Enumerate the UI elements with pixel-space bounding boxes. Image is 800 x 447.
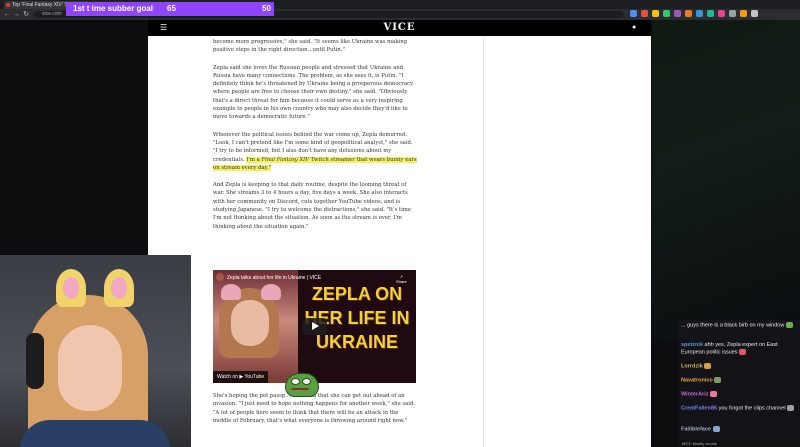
extension-icon[interactable]: [740, 10, 747, 17]
twitch-chat: ... guys there is a black birb on my win…: [678, 320, 800, 447]
article-paragraph: Zepla said she loves the Russian people …: [213, 64, 414, 121]
thumbnail-face: [231, 300, 269, 346]
chat-username[interactable]: spetznik: [681, 342, 705, 348]
user-icon[interactable]: ●: [632, 24, 640, 32]
pepe-eye: [302, 378, 311, 385]
pepe-eye: [291, 378, 300, 385]
highlight-text: I'm a: [246, 156, 262, 163]
bunny-ear-icon: [56, 269, 86, 307]
pepe-emote-icon: [283, 371, 319, 399]
vice-logo[interactable]: VICE: [148, 22, 651, 34]
pepe-mouth: [291, 388, 309, 390]
chat-message: Fallibleface: [681, 426, 799, 433]
chat-text: ... guys there is a black birb on my win…: [681, 322, 786, 329]
channel-avatar[interactable]: [216, 273, 224, 281]
chat-footer: MOT: Mostly clouds: [678, 440, 800, 447]
extension-icon[interactable]: [652, 10, 659, 17]
watch-on-youtube-button[interactable]: Watch on ▶ YouTube: [213, 371, 269, 383]
chat-message: CreatFallen86 you forgot the clips chann…: [681, 405, 799, 412]
vice-favicon-icon: [6, 3, 10, 7]
extension-icon[interactable]: [718, 10, 725, 17]
sub-goal-widget: 1st t ime subber goal 65 50: [66, 2, 274, 16]
extension-icon[interactable]: [696, 10, 703, 17]
background-art: [652, 20, 800, 340]
chat-username[interactable]: CreatFallen86: [681, 405, 719, 411]
sub-goal-target: 50: [262, 4, 271, 13]
article-body: become more progressive," she said. "It …: [213, 38, 418, 240]
streamer-face: [58, 325, 122, 411]
thumbnail-bunny-ear: [221, 284, 241, 300]
chat-text: you forgot the clips channel: [718, 405, 788, 412]
chat-message: ... guys there is a black birb on my win…: [681, 322, 799, 329]
sub-goal-current: 65: [167, 4, 176, 13]
streamer-shirt: [20, 420, 170, 447]
sub-goal-title: 1st t ime subber goal: [73, 4, 154, 13]
site-header: ☰ VICE ●: [148, 20, 651, 36]
extension-icon[interactable]: [707, 10, 714, 17]
chat-username[interactable]: Lorrdzik: [681, 363, 704, 369]
thumbnail-bunny-ear: [261, 284, 281, 300]
column-divider: [483, 36, 484, 447]
extension-icon[interactable]: [729, 10, 736, 17]
extension-icon[interactable]: [641, 10, 648, 17]
play-icon[interactable]: [303, 318, 327, 335]
chat-username[interactable]: Fallibleface: [681, 426, 713, 432]
reload-icon[interactable]: ↻: [22, 9, 30, 20]
webcam-overlay: [0, 255, 191, 447]
chat-username[interactable]: WinterAriz: [681, 391, 710, 397]
extension-icon[interactable]: [663, 10, 670, 17]
back-icon[interactable]: ←: [3, 9, 11, 20]
extension-icon[interactable]: [674, 10, 681, 17]
chat-emote-icon: [714, 377, 722, 383]
article-paragraph: become more progressive," she said. "It …: [213, 39, 408, 54]
extension-icon[interactable]: [685, 10, 692, 17]
headset-icon: [26, 333, 44, 389]
vice-article-page: ☰ VICE ● become more progressive," she s…: [148, 20, 651, 447]
article-paragraph: And Zepla is keeping to that daily routi…: [213, 182, 411, 230]
article-paragraph: Whenever the political issues behind the…: [213, 131, 418, 172]
video-title[interactable]: Zepla talks about her life in Ukraine | …: [227, 275, 321, 281]
pepe-head: [285, 373, 319, 397]
extension-icon[interactable]: [751, 10, 758, 17]
chat-emote-icon: [739, 349, 747, 355]
forward-icon[interactable]: →: [12, 9, 20, 20]
highlight-game-title: Final Fantasy XIV: [261, 156, 310, 163]
chat-emote-icon: [709, 391, 717, 397]
extension-icon[interactable]: [630, 10, 637, 17]
address-url: vice.com: [42, 11, 62, 17]
chat-username[interactable]: Navatronico: [681, 377, 714, 383]
youtube-embed[interactable]: Zepla talks about her life in Ukraine | …: [213, 270, 416, 383]
chat-emote-icon: [712, 426, 720, 432]
chat-message: Lorrdzik: [681, 363, 799, 370]
chat-emote-icon: [704, 363, 712, 369]
extension-icons: [630, 10, 758, 19]
chat-emote-icon: [787, 405, 795, 411]
chat-message: spetznik ahh yes, Zepla expert on East E…: [681, 342, 799, 356]
chat-emote-icon: [785, 322, 793, 328]
chat-message: WinterAriz: [681, 391, 799, 398]
bunny-ear-icon: [104, 269, 134, 307]
chat-message: Navatronico: [681, 377, 799, 384]
